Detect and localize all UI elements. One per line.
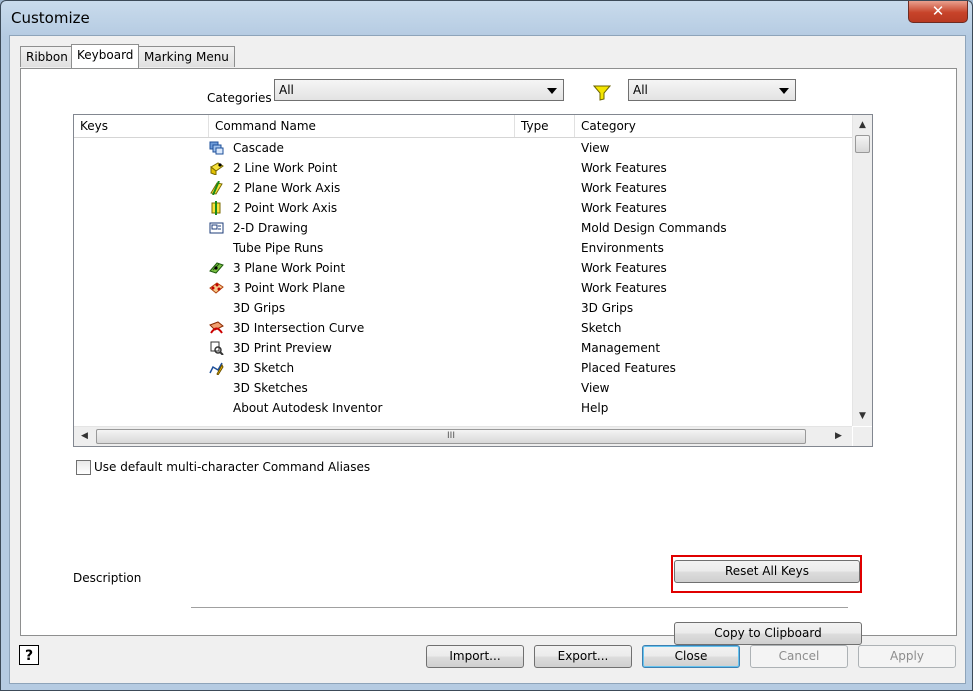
intersection-curve-icon	[209, 321, 224, 334]
cell-command-name: 3D Sketch	[233, 361, 295, 375]
export-button[interactable]: Export...	[534, 645, 632, 668]
plane-work-axis-icon	[210, 181, 223, 195]
tab-ribbon[interactable]: Ribbon	[20, 46, 74, 67]
table-row[interactable]: Cascade View	[74, 138, 852, 158]
dialog-client-area: Ribbon Keyboard Marking Menu Categories …	[9, 35, 966, 684]
column-header-category[interactable]: Category	[575, 115, 852, 137]
table-row[interactable]: 3 Point Work Plane Work Features	[74, 278, 852, 298]
commands-table: Keys Command Name Type Category Cascade V…	[73, 114, 873, 447]
description-label: Description	[73, 571, 142, 585]
cell-category: Mold Design Commands	[581, 221, 727, 235]
table-row[interactable]: 2 Plane Work Axis Work Features	[74, 178, 852, 198]
scroll-up-icon[interactable]: ▲	[854, 117, 871, 134]
cell-category: Work Features	[581, 201, 667, 215]
command-aliases-label[interactable]: Use default multi-character Command Alia…	[94, 460, 370, 474]
scroll-right-icon[interactable]: ▶	[830, 428, 847, 445]
scroll-down-icon[interactable]: ▼	[854, 408, 871, 425]
close-button[interactable]: Close	[642, 645, 740, 668]
table-row[interactable]: 3 Plane Work Point Work Features	[74, 258, 852, 278]
drawing-icon	[209, 222, 224, 234]
table-row[interactable]: 2-D Drawing Mold Design Commands	[74, 218, 852, 238]
cell-category: Work Features	[581, 181, 667, 195]
plane-work-point-icon	[209, 262, 224, 274]
description-divider	[191, 607, 848, 608]
cell-category: 3D Grips	[581, 301, 634, 315]
cell-category: Work Features	[581, 161, 667, 175]
cell-command-name: About Autodesk Inventor	[233, 401, 383, 415]
keyboard-tab-panel: Categories All All Keys Command Name Typ…	[20, 68, 957, 645]
table-row[interactable]: 2 Point Work Axis Work Features	[74, 198, 852, 218]
table-row[interactable]: 3D Print Preview Management	[74, 338, 852, 358]
cell-command-name: Cascade	[233, 141, 284, 155]
scroll-corner	[853, 427, 872, 446]
categories-label: Categories	[207, 91, 272, 105]
line-work-point-icon	[210, 162, 224, 175]
horizontal-scroll-thumb[interactable]: III	[96, 429, 806, 444]
table-row[interactable]: 3D Sketch Placed Features	[74, 358, 852, 378]
table-row[interactable]: 3D Grips 3D Grips	[74, 298, 852, 318]
column-header-command-name[interactable]: Command Name	[209, 115, 515, 137]
table-row[interactable]: 3D Intersection Curve Sketch	[74, 318, 852, 338]
reset-all-keys-button[interactable]: Reset All Keys	[674, 560, 860, 583]
cell-category: View	[581, 141, 610, 155]
column-header-keys[interactable]: Keys	[74, 115, 209, 137]
close-window-button[interactable]: ✕	[908, 1, 968, 23]
point-work-axis-icon	[211, 201, 221, 215]
funnel-icon[interactable]	[593, 85, 611, 101]
type-filter-dropdown[interactable]: All	[628, 79, 796, 101]
tab-marking-menu[interactable]: Marking Menu	[138, 46, 235, 67]
cell-command-name: Tube Pipe Runs	[233, 241, 324, 255]
command-aliases-checkbox[interactable]	[76, 460, 91, 475]
cell-category: Placed Features	[581, 361, 676, 375]
title-bar[interactable]: Customize ✕	[1, 1, 972, 35]
apply-button[interactable]: Apply	[858, 645, 956, 668]
cell-command-name: 3D Intersection Curve	[233, 321, 365, 335]
categories-dropdown[interactable]: All	[274, 79, 564, 101]
cell-category: Work Features	[581, 261, 667, 275]
cell-command-name: 2-D Drawing	[233, 221, 308, 235]
point-work-plane-icon	[209, 282, 224, 294]
horizontal-scrollbar[interactable]: ◀ III ▶	[74, 426, 852, 446]
print-preview-icon	[210, 341, 224, 355]
cancel-button[interactable]: Cancel	[750, 645, 848, 668]
cell-category: Management	[581, 341, 661, 355]
cell-category: Help	[581, 401, 609, 415]
window-title: Customize	[11, 9, 90, 27]
table-header: Keys Command Name Type Category	[74, 115, 852, 138]
import-button[interactable]: Import...	[426, 645, 524, 668]
cascade-icon	[209, 141, 224, 155]
vertical-scroll-thumb[interactable]	[855, 135, 870, 153]
cell-command-name: 2 Line Work Point	[233, 161, 338, 175]
cell-category: View	[581, 381, 610, 395]
table-row[interactable]: 2 Line Work Point Work Features	[74, 158, 852, 178]
cell-command-name: 2 Point Work Axis	[233, 201, 338, 215]
help-icon[interactable]: ?	[19, 645, 39, 665]
table-row[interactable]: About Autodesk Inventor Help	[74, 398, 852, 418]
vertical-scrollbar[interactable]: ▲ ▼	[852, 115, 872, 426]
cell-command-name: 3 Plane Work Point	[233, 261, 346, 275]
categories-dropdown-value: All	[279, 83, 294, 97]
cell-command-name: 3D Grips	[233, 301, 286, 315]
type-filter-value: All	[633, 83, 648, 97]
scroll-left-icon[interactable]: ◀	[76, 428, 93, 445]
customize-dialog: Customize ✕ Ribbon Keyboard Marking Menu…	[0, 0, 973, 691]
cell-category: Work Features	[581, 281, 667, 295]
chevron-down-icon	[547, 88, 557, 94]
table-row[interactable]: Tube Pipe Runs Environments	[74, 238, 852, 258]
cell-command-name: 2 Plane Work Axis	[233, 181, 341, 195]
cell-command-name: 3D Sketches	[233, 381, 308, 395]
tab-keyboard[interactable]: Keyboard	[71, 44, 140, 68]
cell-command-name: 3 Point Work Plane	[233, 281, 346, 295]
cell-category: Sketch	[581, 321, 622, 335]
cell-category: Environments	[581, 241, 664, 255]
chevron-down-icon	[779, 88, 789, 94]
sketch-3d-icon	[209, 362, 224, 375]
copy-to-clipboard-button[interactable]: Copy to Clipboard	[674, 622, 862, 645]
column-header-type[interactable]: Type	[515, 115, 575, 137]
table-row[interactable]: 3D Sketches View	[74, 378, 852, 398]
cell-command-name: 3D Print Preview	[233, 341, 332, 355]
